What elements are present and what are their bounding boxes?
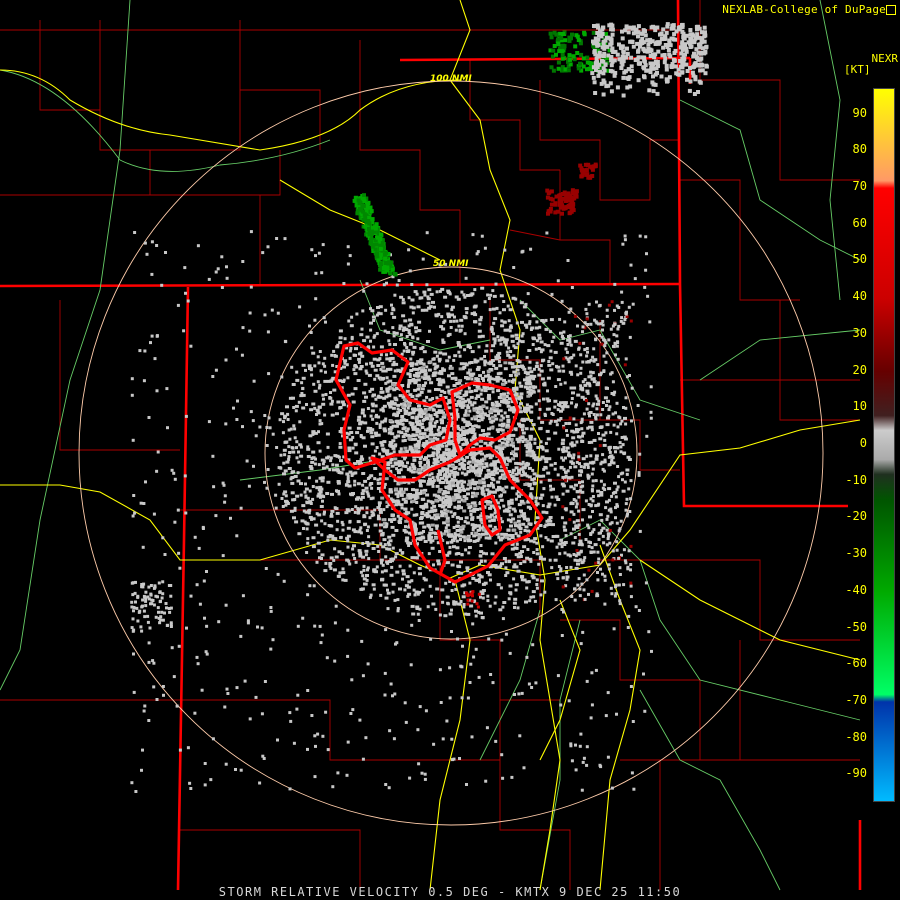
colorbar-tick: 90 (852, 105, 867, 120)
velocity-colorbar (873, 88, 895, 802)
colorbar-tick: 80 (852, 142, 867, 157)
credit-label: NEXLAB-College of DuPage (722, 3, 886, 16)
product-label: NEXR (871, 52, 899, 65)
radar-map (0, 0, 862, 891)
product-caption: STORM RELATIVE VELOCITY 0.5 DEG - KMTX 9… (218, 885, 682, 899)
colorbar-tick: -40 (845, 582, 867, 597)
colorbar-tick: 20 (852, 362, 867, 377)
radar-echoes (130, 22, 709, 793)
colorbar-tick: 50 (852, 252, 867, 267)
colorbar-tick: 10 (852, 399, 867, 414)
colorbar-tick: 30 (852, 325, 867, 340)
colorbar-tick: -20 (845, 509, 867, 524)
colorbar-tick: 0 (859, 436, 867, 450)
range-ring-label-100: 100 NMI (430, 74, 472, 84)
units-label: [KT] (844, 63, 871, 76)
colorbar-tick: -80 (845, 729, 867, 744)
colorbar-tick: 40 (852, 289, 867, 304)
external-link-icon (886, 5, 896, 15)
colorbar-tick: -60 (845, 656, 867, 671)
colorbar-tick: 70 (852, 179, 867, 194)
range-ring-label-50: 50 NMI (433, 259, 469, 269)
colorbar-tick: -50 (845, 619, 867, 634)
colorbar-tick: -90 (845, 766, 867, 781)
colorbar-tick: -70 (845, 692, 867, 707)
colorbar-tick: 60 (852, 215, 867, 230)
colorbar-tick: -30 (845, 546, 867, 561)
colorbar-tick: -10 (845, 472, 867, 487)
